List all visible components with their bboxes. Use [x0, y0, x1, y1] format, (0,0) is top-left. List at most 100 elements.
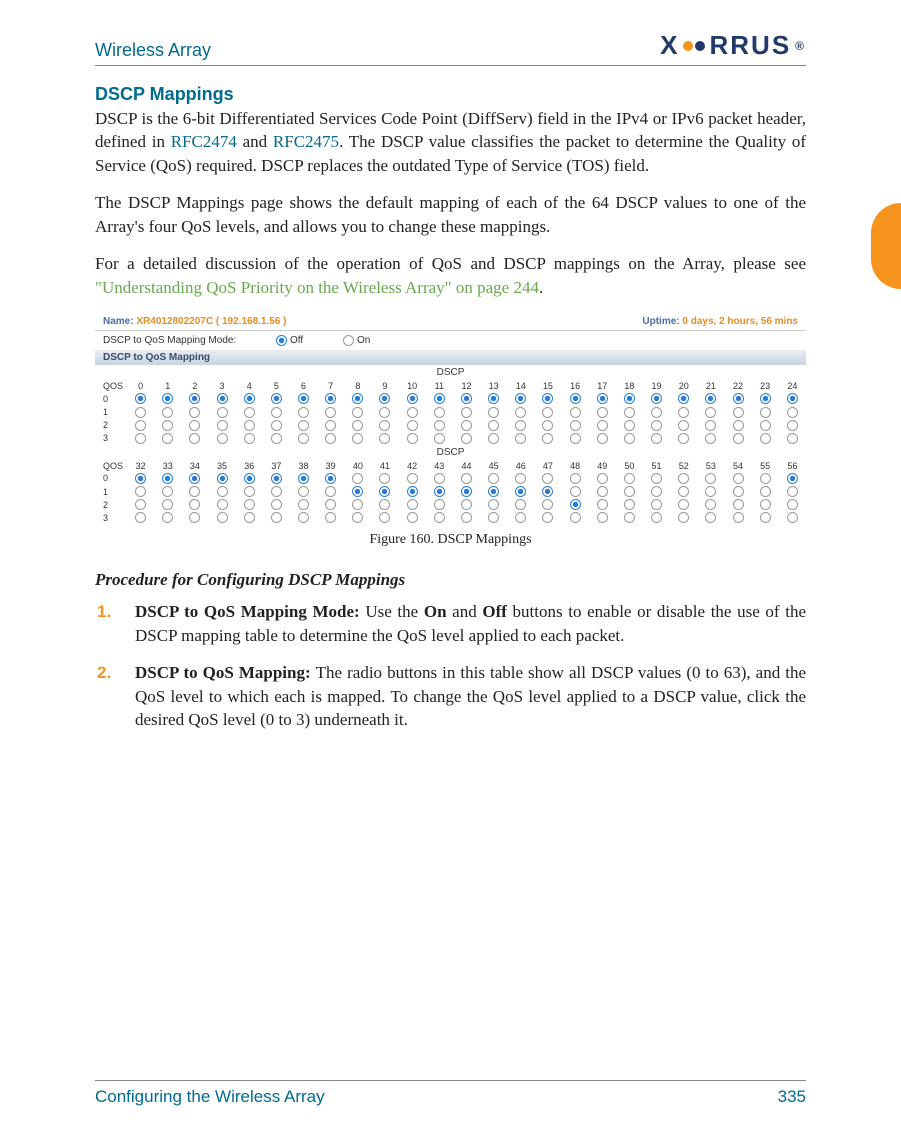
dscp-radio[interactable]: [570, 499, 581, 510]
dscp-radio[interactable]: [624, 499, 635, 510]
dscp-radio[interactable]: [189, 512, 200, 523]
dscp-radio[interactable]: [271, 433, 282, 444]
dscp-radio[interactable]: [542, 420, 553, 431]
dscp-radio[interactable]: [189, 393, 200, 404]
dscp-radio[interactable]: [135, 512, 146, 523]
dscp-radio[interactable]: [135, 433, 146, 444]
dscp-radio[interactable]: [162, 420, 173, 431]
dscp-radio[interactable]: [705, 473, 716, 484]
dscp-radio[interactable]: [352, 420, 363, 431]
dscp-radio[interactable]: [407, 393, 418, 404]
dscp-radio[interactable]: [733, 407, 744, 418]
dscp-radio[interactable]: [705, 407, 716, 418]
dscp-radio[interactable]: [189, 499, 200, 510]
dscp-radio[interactable]: [597, 473, 608, 484]
dscp-radio[interactable]: [733, 486, 744, 497]
dscp-radio[interactable]: [135, 407, 146, 418]
dscp-radio[interactable]: [162, 486, 173, 497]
dscp-radio[interactable]: [515, 407, 526, 418]
dscp-radio[interactable]: [787, 486, 798, 497]
dscp-radio[interactable]: [678, 473, 689, 484]
dscp-radio[interactable]: [271, 473, 282, 484]
dscp-radio[interactable]: [244, 407, 255, 418]
dscp-radio[interactable]: [217, 499, 228, 510]
dscp-radio[interactable]: [135, 473, 146, 484]
dscp-radio[interactable]: [651, 499, 662, 510]
dscp-radio[interactable]: [733, 473, 744, 484]
rfc-link[interactable]: RFC2474: [171, 132, 237, 151]
dscp-radio[interactable]: [787, 407, 798, 418]
dscp-radio[interactable]: [760, 512, 771, 523]
dscp-radio[interactable]: [189, 486, 200, 497]
dscp-radio[interactable]: [733, 512, 744, 523]
dscp-radio[interactable]: [488, 512, 499, 523]
dscp-radio[interactable]: [597, 512, 608, 523]
dscp-radio[interactable]: [760, 393, 771, 404]
dscp-radio[interactable]: [760, 499, 771, 510]
dscp-radio[interactable]: [515, 433, 526, 444]
dscp-radio[interactable]: [271, 393, 282, 404]
dscp-radio[interactable]: [570, 393, 581, 404]
dscp-radio[interactable]: [434, 393, 445, 404]
dscp-radio[interactable]: [298, 499, 309, 510]
dscp-radio[interactable]: [488, 473, 499, 484]
dscp-radio[interactable]: [651, 433, 662, 444]
dscp-radio[interactable]: [515, 420, 526, 431]
dscp-radio[interactable]: [488, 393, 499, 404]
dscp-radio[interactable]: [542, 433, 553, 444]
dscp-radio[interactable]: [624, 433, 635, 444]
dscp-radio[interactable]: [162, 407, 173, 418]
dscp-radio[interactable]: [461, 486, 472, 497]
dscp-radio[interactable]: [434, 433, 445, 444]
dscp-radio[interactable]: [217, 486, 228, 497]
dscp-radio[interactable]: [298, 433, 309, 444]
dscp-radio[interactable]: [488, 499, 499, 510]
dscp-radio[interactable]: [298, 420, 309, 431]
dscp-radio[interactable]: [162, 499, 173, 510]
dscp-radio[interactable]: [325, 486, 336, 497]
dscp-radio[interactable]: [379, 420, 390, 431]
dscp-radio[interactable]: [787, 499, 798, 510]
dscp-radio[interactable]: [461, 473, 472, 484]
dscp-radio[interactable]: [298, 393, 309, 404]
dscp-radio[interactable]: [597, 433, 608, 444]
dscp-radio[interactable]: [515, 393, 526, 404]
mode-off-radio[interactable]: Off: [276, 335, 303, 346]
dscp-radio[interactable]: [379, 407, 390, 418]
dscp-radio[interactable]: [624, 393, 635, 404]
dscp-radio[interactable]: [461, 393, 472, 404]
dscp-radio[interactable]: [597, 393, 608, 404]
dscp-radio[interactable]: [787, 473, 798, 484]
dscp-radio[interactable]: [352, 407, 363, 418]
dscp-radio[interactable]: [570, 407, 581, 418]
dscp-radio[interactable]: [434, 512, 445, 523]
dscp-radio[interactable]: [705, 420, 716, 431]
dscp-radio[interactable]: [217, 407, 228, 418]
dscp-radio[interactable]: [325, 473, 336, 484]
dscp-radio[interactable]: [244, 393, 255, 404]
dscp-radio[interactable]: [542, 407, 553, 418]
dscp-radio[interactable]: [407, 433, 418, 444]
dscp-radio[interactable]: [434, 407, 445, 418]
dscp-radio[interactable]: [597, 420, 608, 431]
dscp-radio[interactable]: [352, 473, 363, 484]
dscp-radio[interactable]: [597, 486, 608, 497]
dscp-radio[interactable]: [515, 499, 526, 510]
dscp-radio[interactable]: [678, 486, 689, 497]
dscp-radio[interactable]: [787, 393, 798, 404]
dscp-radio[interactable]: [597, 407, 608, 418]
dscp-radio[interactable]: [461, 433, 472, 444]
dscp-radio[interactable]: [678, 407, 689, 418]
dscp-radio[interactable]: [787, 433, 798, 444]
dscp-radio[interactable]: [488, 433, 499, 444]
dscp-radio[interactable]: [352, 486, 363, 497]
dscp-radio[interactable]: [162, 393, 173, 404]
dscp-radio[interactable]: [488, 420, 499, 431]
dscp-radio[interactable]: [787, 512, 798, 523]
dscp-radio[interactable]: [705, 499, 716, 510]
dscp-radio[interactable]: [624, 486, 635, 497]
dscp-radio[interactable]: [515, 486, 526, 497]
dscp-radio[interactable]: [434, 420, 445, 431]
dscp-radio[interactable]: [379, 512, 390, 523]
dscp-radio[interactable]: [760, 407, 771, 418]
